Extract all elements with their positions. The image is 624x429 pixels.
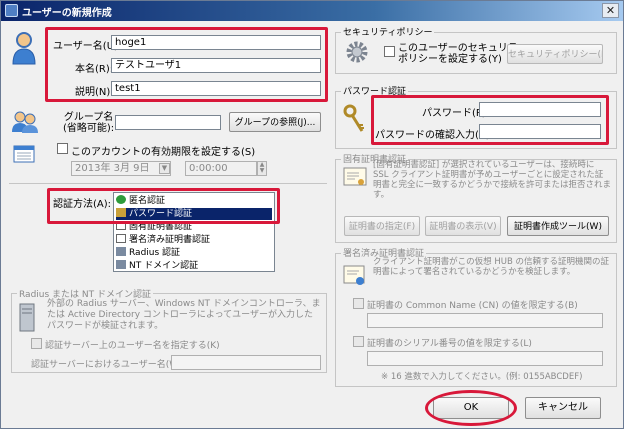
group-icon: [12, 111, 38, 133]
serial-checkbox[interactable]: [353, 336, 364, 347]
password-confirm-label: パスワードの確認入力(C):: [375, 130, 494, 141]
app-icon: [5, 4, 18, 17]
group-field[interactable]: [115, 115, 221, 130]
security-policy-group-title: セキュリティポリシー: [341, 25, 435, 38]
expiry-checkbox-label: このアカウントの有効期限を設定する(S): [71, 147, 256, 158]
security-policy-checkbox[interactable]: [384, 46, 395, 57]
expiry-time-field[interactable]: 0:00:00: [185, 161, 257, 176]
radius-username-checkbox-label: 認証サーバー上のユーザー名を指定する(K): [45, 341, 220, 351]
cn-checkbox-label: 証明書の Common Name (CN) の値を限定する(B): [367, 301, 578, 311]
auth-method-list[interactable]: 匿名認証 パスワード認証 固有証明書認証 署名済み証明書認証 Radius 認証…: [113, 192, 275, 272]
dialog-window: ユーザーの新規作成 ✕ ユーザー名(U): hoge1 本名(R): テストユー…: [0, 0, 624, 429]
description-field[interactable]: test1: [111, 81, 321, 96]
radius-username-field[interactable]: [171, 355, 321, 370]
chevron-down-icon[interactable]: ▼: [159, 163, 170, 174]
check-icon: [116, 195, 126, 204]
security-policy-label-line2: ポリシーを設定する(Y): [398, 54, 502, 65]
title-bar: ユーザーの新規作成: [1, 1, 623, 21]
user-icon: [12, 32, 36, 65]
key-icon: [116, 208, 126, 217]
ok-button[interactable]: OK: [433, 397, 509, 419]
group-label-line1: グループ名: [63, 112, 114, 123]
auth-method-label: 認証方法(A):: [53, 199, 112, 210]
certificate-icon: [343, 167, 367, 186]
radius-username-checkbox[interactable]: [31, 338, 42, 349]
realname-label: 本名(R):: [75, 64, 114, 75]
list-item[interactable]: 固有証明書認証: [116, 221, 272, 233]
expiry-checkbox[interactable]: [57, 143, 68, 154]
password-group-title: パスワード認証: [341, 84, 409, 97]
certificate-icon: [116, 221, 126, 230]
list-item-selected[interactable]: パスワード認証: [116, 208, 272, 220]
gear-icon: [346, 41, 368, 63]
signed-certificate-icon: [343, 265, 365, 285]
cancel-button[interactable]: キャンセル: [525, 397, 601, 419]
group-label: グループ名 (省略可能):: [63, 112, 114, 134]
description-label: 説明(N):: [75, 87, 114, 98]
username-field[interactable]: hoge1: [111, 35, 321, 50]
time-spinner[interactable]: ▲ ▼: [257, 161, 267, 176]
group-label-line2: (省略可能):: [63, 123, 115, 134]
security-policy-button[interactable]: セキュリティポリシー(M): [507, 44, 603, 64]
calendar-icon: [13, 145, 35, 163]
group-browse-button[interactable]: グループの参照(J)...: [229, 112, 321, 132]
certificate-view-button[interactable]: 証明書の表示(V): [425, 216, 501, 236]
password-confirm-field[interactable]: [479, 124, 601, 139]
certificate-specify-button[interactable]: 証明書の指定(F): [344, 216, 420, 236]
password-field[interactable]: [479, 102, 601, 117]
list-item[interactable]: NT ドメイン認証: [116, 260, 272, 272]
certificate-description: [固有証明書認証] が選択されているユーザーは、接続時に SSL クライアント証…: [373, 160, 612, 200]
serial-hint: ※ 16 進数で入力してください。(例: 0155ABCDEF): [381, 372, 583, 382]
window-title: ユーザーの新規作成: [22, 8, 112, 19]
close-button[interactable]: ✕: [602, 3, 619, 18]
list-item[interactable]: Radius 認証: [116, 247, 272, 259]
signed-certificate-description: クライアント証明書がこの仮想 HUB の信頼する証明機関の証明書によって署名され…: [373, 257, 610, 277]
domain-icon: [116, 260, 126, 269]
radius-description: 外部の Radius サーバー、Windows NT ドメインコントローラ、また…: [47, 299, 321, 331]
server-icon: [116, 247, 126, 256]
divider: [9, 183, 327, 184]
cn-field[interactable]: [367, 313, 603, 328]
radius-username-label: 認証サーバーにおけるユーザー名(W):: [31, 360, 185, 370]
serial-checkbox-label: 証明書のシリアル番号の値を限定する(L): [367, 339, 532, 349]
list-item[interactable]: 署名済み証明書認証: [116, 234, 272, 246]
signed-certificate-icon: [116, 234, 126, 243]
cn-checkbox[interactable]: [353, 298, 364, 309]
expiry-date-picker[interactable]: 2013年 3月 9日: [71, 161, 171, 176]
server-icon: [19, 303, 35, 332]
certificate-create-tool-button[interactable]: 証明書作成ツール(W): [507, 216, 609, 236]
realname-field[interactable]: テストユーザ1: [111, 58, 321, 73]
serial-field[interactable]: [367, 351, 603, 366]
key-icon: [343, 104, 364, 132]
list-item[interactable]: 匿名認証: [116, 195, 272, 207]
